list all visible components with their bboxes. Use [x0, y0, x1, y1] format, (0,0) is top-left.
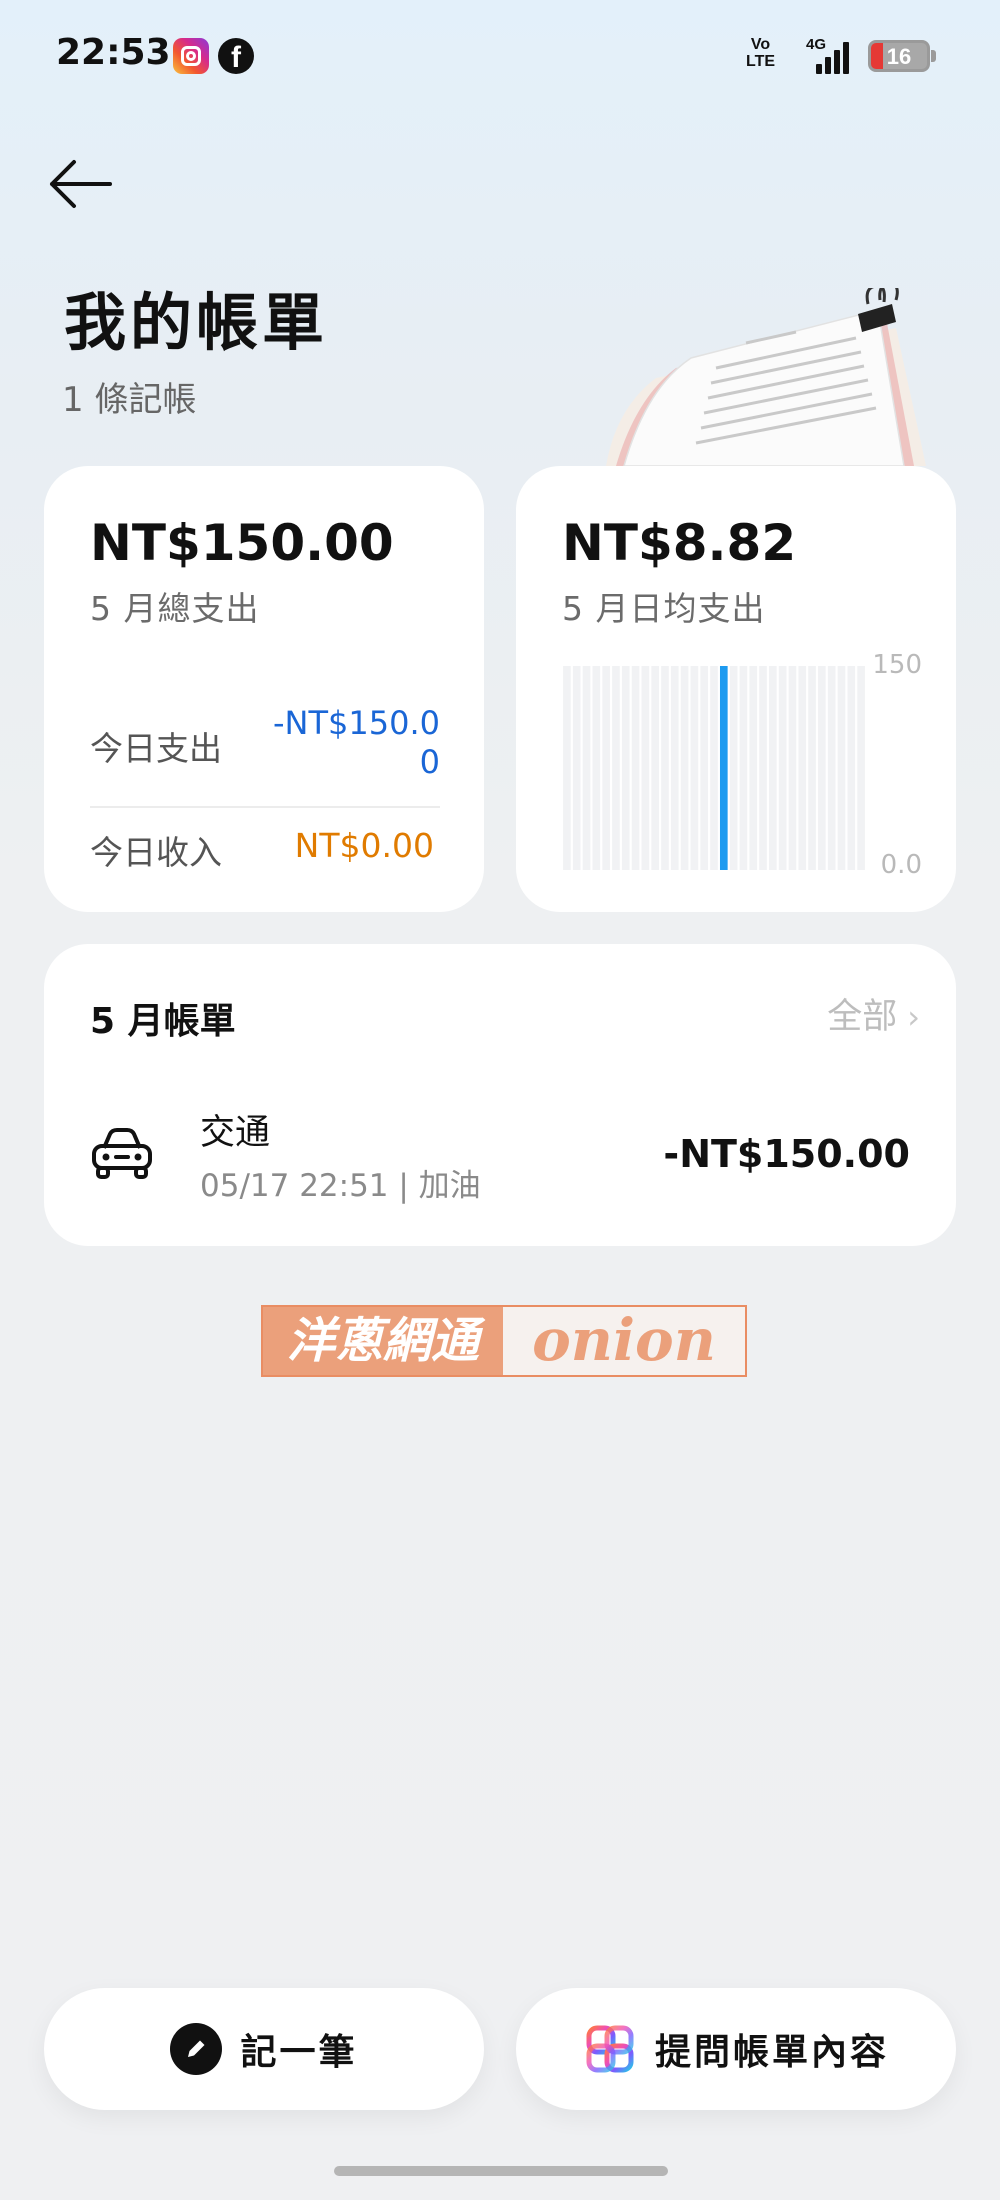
- instagram-icon: [173, 38, 209, 74]
- onion-watermark-logo: 洋蔥網通 onion: [261, 1305, 747, 1377]
- status-time: 22:53: [56, 32, 171, 73]
- transaction-amount: -NT$150.00: [663, 1132, 910, 1176]
- chart-track: [700, 666, 709, 870]
- chart-track: [847, 666, 856, 870]
- back-button[interactable]: [44, 156, 116, 212]
- daily-average-amount: NT$8.82: [562, 514, 797, 572]
- home-indicator[interactable]: [334, 2166, 668, 2176]
- chart-track: [563, 666, 571, 870]
- monthly-bills-card: 5 月帳單 全部 › 交通 05/17 22:51 | 加油 -NT$150.00: [44, 944, 956, 1246]
- chart-track: [759, 666, 767, 870]
- arrow-left-icon: [50, 160, 112, 208]
- transaction-meta: 05/17 22:51 | 加油: [200, 1168, 481, 1204]
- divider: [90, 806, 440, 808]
- chart-track: [710, 666, 718, 870]
- chart-track: [631, 666, 640, 870]
- view-all-label: 全部: [827, 997, 898, 1037]
- today-income-label: 今日收入: [90, 833, 222, 872]
- daily-spending-chart: [563, 666, 865, 870]
- monthly-summary-card[interactable]: NT$150.00 5 月總支出 今日支出 -NT$150.00 今日收入 NT…: [44, 466, 484, 912]
- chart-track: [778, 666, 787, 870]
- watermark-left-text: 洋蔥網通: [263, 1307, 503, 1375]
- ai-assistant-icon: [586, 2025, 634, 2073]
- chart-ytick-max: 150: [872, 650, 922, 680]
- chart-track: [661, 666, 669, 870]
- watermark-right-text: onion: [532, 1306, 716, 1374]
- chart-track: [621, 666, 630, 870]
- car-icon: [92, 1128, 152, 1179]
- chart-bar: [719, 666, 728, 870]
- transaction-category: 交通: [200, 1113, 271, 1153]
- status-bar: 22:53 f Vo LTE 4G 16: [0, 0, 1000, 110]
- view-all-link[interactable]: 全部 ›: [827, 988, 920, 1039]
- month-total-amount: NT$150.00: [90, 514, 394, 572]
- chart-track: [602, 666, 610, 870]
- daily-average-card[interactable]: NT$8.82 5 月日均支出 150 0.0: [516, 466, 956, 912]
- chart-track: [827, 666, 836, 870]
- chart-track: [680, 666, 689, 870]
- today-income-value: NT$0.00: [294, 826, 434, 865]
- battery-level: 16: [886, 44, 912, 69]
- chart-track: [788, 666, 797, 870]
- chart-track: [651, 666, 659, 870]
- page-title: 我的帳單: [64, 286, 329, 359]
- chart-track: [749, 666, 758, 870]
- volte-line2: LTE: [746, 53, 776, 70]
- record-count: 1 條記帳: [62, 380, 197, 420]
- chart-track: [572, 666, 581, 870]
- month-total-caption: 5 月總支出: [90, 589, 260, 628]
- add-record-button[interactable]: 記一筆: [44, 1988, 484, 2110]
- bills-title: 5 月帳單: [90, 1001, 236, 1042]
- chart-track: [857, 666, 865, 870]
- chart-track: [612, 666, 620, 870]
- add-record-label: 記一筆: [240, 2032, 358, 2073]
- transaction-row[interactable]: 交通 05/17 22:51 | 加油 -NT$150.00: [44, 1104, 956, 1224]
- battery-icon: 16: [868, 40, 930, 72]
- pencil-icon: [170, 2023, 223, 2075]
- chart-track: [769, 666, 777, 870]
- ask-bill-label: 提問帳單內容: [654, 2032, 889, 2073]
- ask-bill-button[interactable]: 提問帳單內容: [516, 1988, 956, 2110]
- chart-track: [592, 666, 601, 870]
- chart-ytick-min: 0.0: [880, 850, 922, 880]
- chart-track: [670, 666, 679, 870]
- signal-icon: 4G: [798, 36, 854, 74]
- chart-track: [729, 666, 738, 870]
- today-expense-label: 今日支出: [90, 729, 222, 768]
- chevron-right-icon: ›: [907, 998, 920, 1036]
- facebook-icon: f: [218, 38, 254, 74]
- chart-track: [818, 666, 826, 870]
- chart-track: [582, 666, 591, 870]
- today-expense-value: -NT$150.00: [273, 704, 440, 781]
- receipt-illustration: [606, 288, 926, 467]
- chart-track: [739, 666, 748, 870]
- chart-track: [690, 666, 699, 870]
- chart-track: [641, 666, 650, 870]
- volte-icon: Vo LTE: [746, 36, 775, 70]
- network-type: 4G: [806, 36, 827, 53]
- daily-average-caption: 5 月日均支出: [562, 589, 766, 628]
- chart-track: [798, 666, 807, 870]
- volte-line1: Vo: [750, 36, 771, 53]
- chart-track: [808, 666, 816, 870]
- chart-track: [837, 666, 846, 870]
